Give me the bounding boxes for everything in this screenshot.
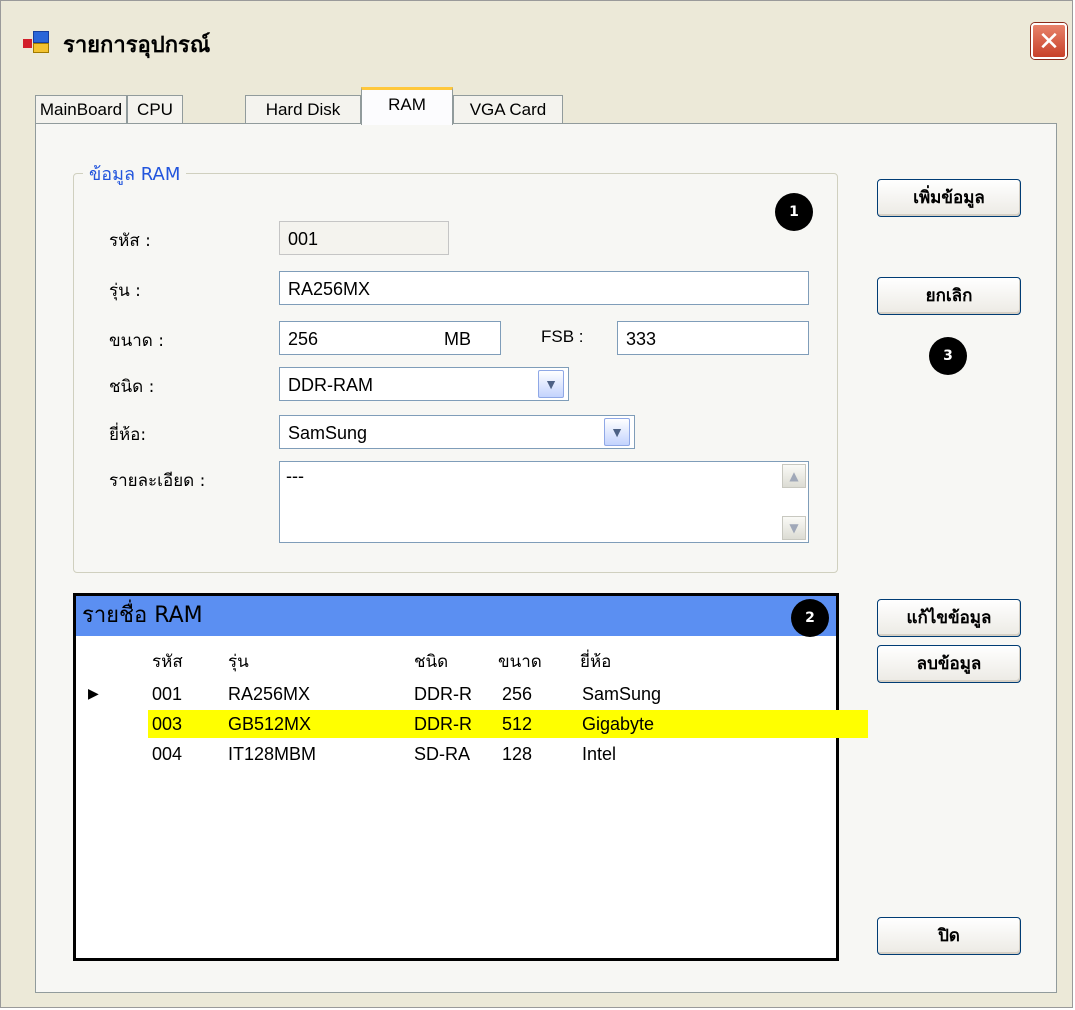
column-header-type[interactable]: ชนิด bbox=[414, 648, 448, 675]
detail-label: รายละเอียด : bbox=[109, 471, 206, 491]
title-bar: รายการอุปกรณ์ ✕ bbox=[1, 1, 1072, 81]
cell-model: GB512MX bbox=[228, 714, 312, 734]
tab-cpu[interactable]: CPU bbox=[127, 95, 183, 123]
cell-size: 512 bbox=[502, 714, 533, 734]
step-badge-3: 3 bbox=[929, 337, 967, 375]
size-field[interactable]: 256 MB bbox=[279, 321, 501, 355]
cell-code: 004 bbox=[152, 744, 183, 764]
type-label: ชนิด : bbox=[109, 377, 155, 397]
close-window-button[interactable]: ✕ bbox=[1031, 23, 1067, 59]
cell-code: 001 bbox=[152, 684, 183, 704]
chevron-down-icon[interactable]: ▼ bbox=[604, 418, 630, 446]
edit-data-button[interactable]: แก้ไขข้อมูล bbox=[877, 599, 1021, 637]
cell-model: IT128MBM bbox=[228, 744, 317, 764]
add-data-button[interactable]: เพิ่มข้อมูล bbox=[877, 179, 1021, 217]
size-value: 256 bbox=[288, 329, 319, 349]
size-label: ขนาด : bbox=[109, 331, 164, 351]
close-button[interactable]: ปิด bbox=[877, 917, 1021, 955]
app-icon bbox=[23, 31, 49, 53]
cell-type: SD-RA bbox=[414, 744, 471, 764]
fsb-field[interactable]: 333 bbox=[617, 321, 809, 355]
detail-text: --- bbox=[286, 466, 304, 486]
cell-type: DDR-R bbox=[414, 684, 472, 704]
tab-mainboard[interactable]: MainBoard bbox=[35, 95, 127, 123]
equipment-window: รายการอุปกรณ์ ✕ MainBoard CPU Hard Disk … bbox=[0, 0, 1073, 1008]
code-field[interactable]: 001 bbox=[279, 221, 449, 255]
cell-type: DDR-R bbox=[414, 714, 472, 734]
type-combobox-value: DDR-RAM bbox=[288, 375, 373, 395]
chevron-down-icon[interactable]: ▼ bbox=[538, 370, 564, 398]
grid-caption: รายชื่อ RAM bbox=[76, 596, 836, 636]
size-unit: MB bbox=[444, 329, 471, 349]
scroll-up-icon[interactable]: ▲ bbox=[782, 464, 806, 488]
column-header-code[interactable]: รหัส bbox=[152, 648, 183, 675]
cell-code: 003 bbox=[152, 714, 183, 734]
column-header-size[interactable]: ขนาด bbox=[498, 648, 542, 675]
current-row-arrow-icon: ▶ bbox=[88, 686, 99, 702]
step-badge-2: 2 bbox=[791, 599, 829, 637]
column-header-model[interactable]: รุ่น bbox=[228, 648, 249, 675]
brand-label: ยี่ห้อ: bbox=[109, 425, 147, 445]
brand-combobox[interactable]: SamSung ▼ bbox=[279, 415, 635, 449]
cancel-button[interactable]: ยกเลิก bbox=[877, 277, 1021, 315]
column-header-brand[interactable]: ยี่ห้อ bbox=[580, 648, 611, 675]
code-label: รหัส : bbox=[109, 231, 151, 251]
ram-list-grid[interactable]: รายชื่อ RAM รหัส รุ่น ชนิด ขนาด ยี่ห้อ ▶… bbox=[73, 593, 868, 961]
window-title: รายการอุปกรณ์ bbox=[63, 32, 211, 58]
cell-size: 256 bbox=[502, 684, 533, 704]
cell-brand: Intel bbox=[582, 744, 617, 764]
brand-combobox-value: SamSung bbox=[288, 423, 368, 443]
cell-size: 128 bbox=[502, 744, 533, 764]
table-row[interactable]: 003 GB512MX DDR-R 512 Gigabyte bbox=[148, 710, 868, 738]
scroll-down-icon[interactable]: ▼ bbox=[782, 516, 806, 540]
tab-ram[interactable]: RAM bbox=[361, 87, 453, 125]
detail-scrollbar[interactable]: ▲ ▼ bbox=[782, 464, 806, 540]
model-label: รุ่น : bbox=[109, 281, 141, 301]
cell-brand: SamSung bbox=[582, 684, 662, 704]
step-badge-1: 1 bbox=[775, 193, 813, 231]
delete-data-button[interactable]: ลบข้อมูล bbox=[877, 645, 1021, 683]
table-row[interactable]: 004 IT128MBM SD-RA 128 Intel bbox=[148, 740, 868, 768]
fsb-label: FSB : bbox=[541, 327, 584, 346]
detail-textarea[interactable]: --- ▲ ▼ bbox=[279, 461, 809, 543]
cell-brand: Gigabyte bbox=[582, 714, 655, 734]
type-combobox[interactable]: DDR-RAM ▼ bbox=[279, 367, 569, 401]
tab-vga-card[interactable]: VGA Card bbox=[453, 95, 563, 123]
table-row[interactable]: 001 RA256MX DDR-R 256 SamSung bbox=[148, 680, 868, 708]
tab-hard-disk[interactable]: Hard Disk bbox=[245, 95, 361, 123]
cell-model: RA256MX bbox=[228, 684, 311, 704]
model-field[interactable]: RA256MX bbox=[279, 271, 809, 305]
ram-info-group-title: ข้อมูล RAM bbox=[83, 159, 187, 188]
